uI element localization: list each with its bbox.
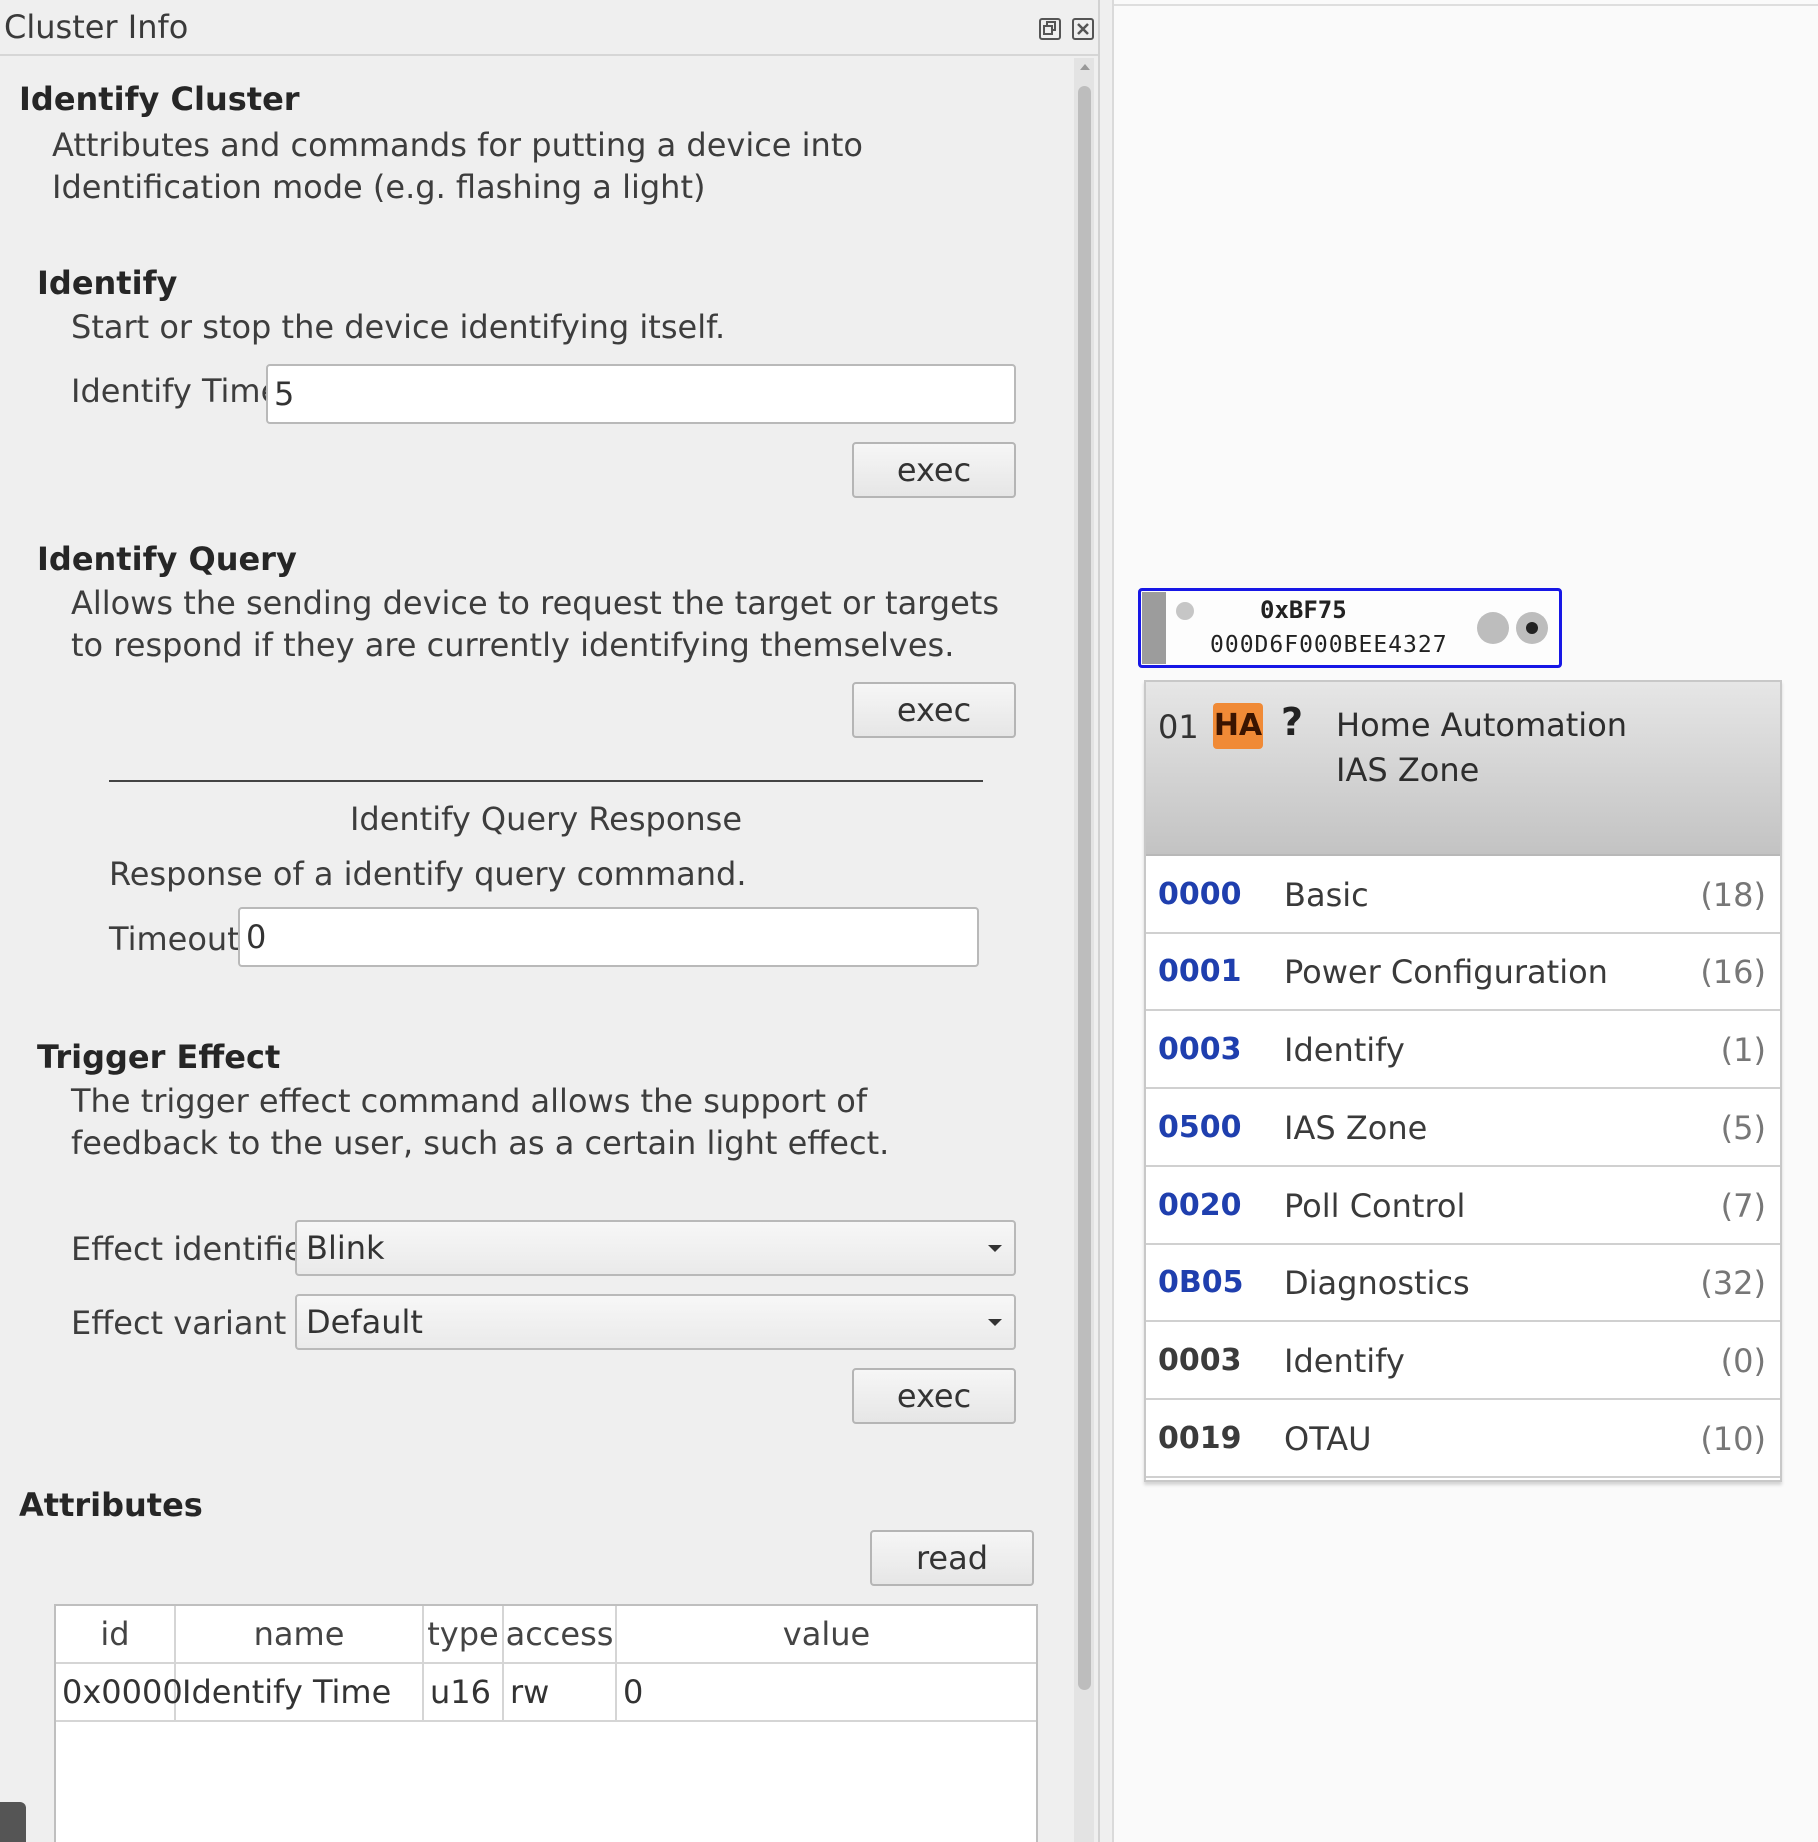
table-row-divider [56,1720,1036,1722]
unknown-device-icon: ? [1281,700,1304,744]
effect-variant-value: Default [306,1303,423,1341]
column-header-access[interactable]: access [504,1606,617,1662]
node-port-icon[interactable] [1477,612,1509,644]
trigger-effect-description: The trigger effect command allows the su… [71,1082,890,1162]
cluster-name: Basic [1284,876,1369,914]
table-cell-id[interactable]: 0x0000 [56,1664,183,1720]
node-status-led-icon [1176,602,1194,620]
effect-identifier-select[interactable]: Blink [295,1220,1016,1276]
trigger-effect-exec-button[interactable]: exec [852,1368,1016,1424]
cluster-row[interactable]: 0003 Identify (0) [1146,1324,1780,1400]
table-cell-type[interactable]: u16 [424,1664,504,1720]
chevron-down-icon [988,1245,1002,1252]
cluster-name: Power Configuration [1284,953,1608,991]
identify-query-exec-button[interactable]: exec [852,682,1016,738]
node-grip[interactable] [1142,592,1166,664]
cluster-row[interactable]: 0001 Power Configuration (16) [1146,935,1780,1011]
identify-query-description: Allows the sending device to request the… [71,584,999,664]
cluster-attribute-count: (32) [1700,1264,1766,1302]
cluster-id: 0003 [1158,1032,1242,1067]
cluster-attribute-count: (1) [1720,1031,1766,1069]
cluster-attribute-count: (0) [1720,1342,1766,1380]
cluster-id: 0019 [1158,1421,1242,1456]
cluster-attribute-count: (7) [1720,1187,1766,1225]
cluster-name: IAS Zone [1284,1109,1428,1147]
cluster-description: Attributes and commands for putting a de… [52,126,863,206]
attributes-table: id name type access value 0x0000 Identif… [54,1604,1038,1842]
cluster-attribute-count: (16) [1700,953,1766,991]
cluster-id: 0B05 [1158,1265,1244,1300]
timeout-label: Timeout [109,920,240,958]
cluster-attribute-count: (18) [1700,876,1766,914]
table-cell-value[interactable]: 0 [617,1664,1036,1720]
cluster-row[interactable]: 0020 Poll Control (7) [1146,1169,1780,1245]
chevron-down-icon [988,1319,1002,1326]
dock-divider [0,54,1100,56]
dock-border [1098,0,1100,1842]
table-cell-access[interactable]: rw [504,1664,617,1720]
cluster-attribute-count: (5) [1720,1109,1766,1147]
read-attributes-button[interactable]: read [870,1530,1034,1586]
close-icon[interactable] [1072,18,1094,40]
scrollbar-thumb[interactable] [1078,86,1091,1690]
cluster-row[interactable]: 0003 Identify (1) [1146,1013,1780,1089]
cluster-name: Poll Control [1284,1187,1466,1225]
column-header-id[interactable]: id [56,1606,176,1662]
cluster-id: 0020 [1158,1188,1242,1223]
cluster-row[interactable]: 0500 IAS Zone (5) [1146,1091,1780,1167]
identify-time-input[interactable]: 5 [266,364,1016,424]
identify-query-response-description: Response of a identify query command. [109,855,747,893]
endpoint-device-type: IAS Zone [1336,751,1480,789]
response-divider [109,780,983,782]
cluster-name: OTAU [1284,1420,1372,1458]
identify-query-response-title: Identify Query Response [349,800,743,838]
cluster-name: Identify [1284,1342,1405,1380]
cluster-name: Identify Cluster [19,80,300,118]
node-mac-address: 000D6F000BEE4327 [1210,632,1448,658]
cluster-id: 0000 [1158,877,1242,912]
cluster-name: Identify [1284,1031,1405,1069]
timeout-input[interactable]: 0 [238,907,979,967]
cluster-id: 0500 [1158,1110,1242,1145]
float-icon[interactable] [1039,18,1061,40]
cluster-attribute-count: (10) [1700,1420,1766,1458]
endpoint-number: 01 [1158,708,1199,746]
effect-identifier-value: Blink [306,1229,385,1267]
effect-variant-select[interactable]: Default [295,1294,1016,1350]
identify-query-title: Identify Query [37,540,297,578]
identify-exec-button[interactable]: exec [852,442,1016,498]
cluster-id: 0003 [1158,1343,1242,1378]
effect-identifier-label: Effect identifier [71,1230,317,1268]
corner-tab [0,1802,26,1842]
cluster-row[interactable]: 0B05 Diagnostics (32) [1146,1246,1780,1322]
dock-title: Cluster Info [4,8,189,46]
node-port-selected-icon[interactable] [1516,612,1548,644]
ha-profile-badge-icon: HA [1213,703,1263,749]
trigger-effect-title: Trigger Effect [37,1038,281,1076]
attributes-title: Attributes [19,1486,203,1524]
table-cell-name[interactable]: Identify Time [176,1664,424,1720]
column-header-type[interactable]: type [424,1606,504,1662]
node-nwk-address: 0xBF75 [1260,596,1347,624]
cluster-name: Diagnostics [1284,1264,1470,1302]
canvas-top-border [1114,4,1818,6]
identify-title: Identify [37,264,178,302]
cluster-row[interactable]: 0019 OTAU (10) [1146,1402,1780,1478]
effect-variant-label: Effect variant [71,1304,287,1342]
identify-time-label: Identify Time [71,372,281,410]
cluster-row[interactable]: 0000 Basic (18) [1146,858,1780,934]
identify-description: Start or stop the device identifying its… [71,308,726,346]
column-header-value[interactable]: value [617,1606,1036,1662]
cluster-id: 0001 [1158,954,1242,989]
scroll-up-arrow-icon[interactable] [1080,64,1090,70]
endpoint-profile: Home Automation [1336,706,1628,744]
column-header-name[interactable]: name [176,1606,424,1662]
